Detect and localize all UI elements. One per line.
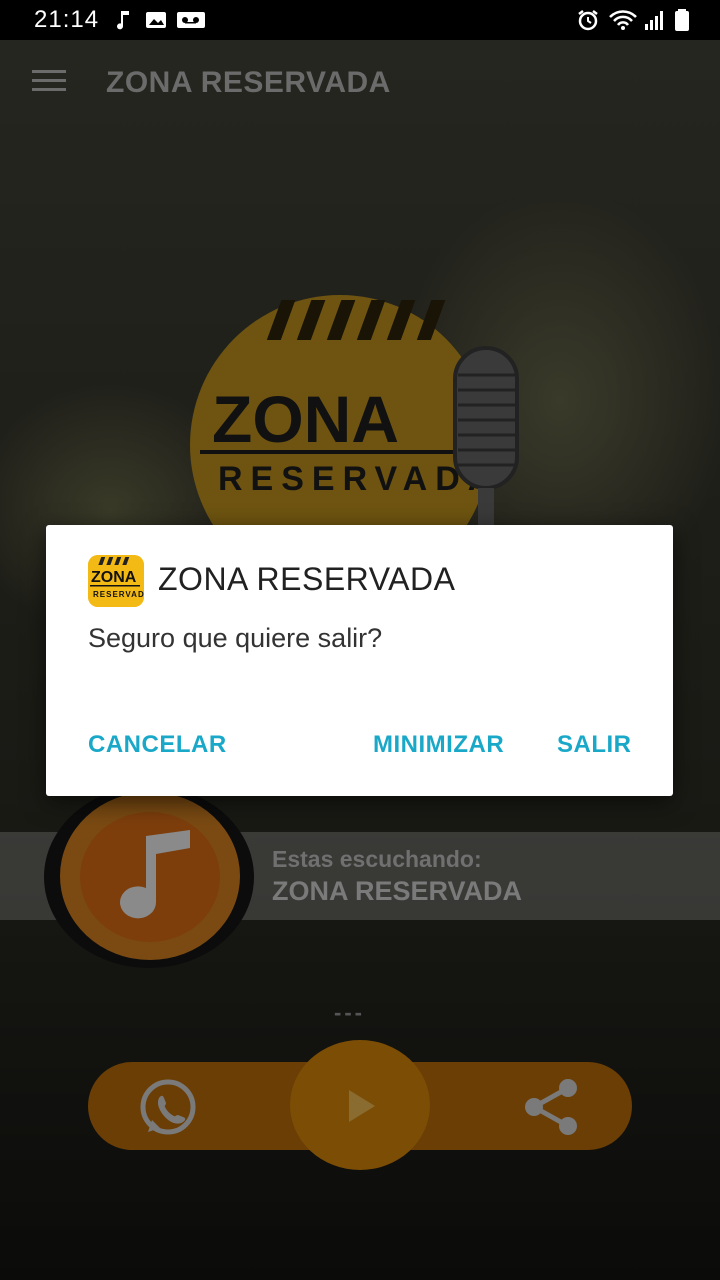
signal-icon <box>645 11 663 30</box>
app-icon-text-1: ZONA <box>91 569 137 586</box>
exit-dialog: ZONA RESERVADA ZONA RESERVADA Seguro que… <box>46 525 673 796</box>
exit-button[interactable]: SALIR <box>557 731 632 759</box>
image-icon <box>146 12 166 28</box>
app-icon-text-2: RESERVADA <box>93 590 144 599</box>
dialog-message: Seguro que quiere salir? <box>88 623 383 653</box>
voicemail-icon <box>177 12 205 28</box>
dialog-title: ZONA RESERVADA <box>158 561 456 597</box>
status-bar: 21:14 <box>0 0 720 40</box>
app-icon: ZONA RESERVADA <box>88 555 144 607</box>
cancel-button[interactable]: CANCELAR <box>88 731 227 759</box>
minimize-button[interactable]: MINIMIZAR <box>373 731 504 759</box>
music-note-icon <box>117 11 129 30</box>
status-time: 21:14 <box>34 6 100 33</box>
battery-icon <box>675 9 689 31</box>
alarm-icon <box>578 10 598 31</box>
wifi-icon <box>609 10 637 30</box>
